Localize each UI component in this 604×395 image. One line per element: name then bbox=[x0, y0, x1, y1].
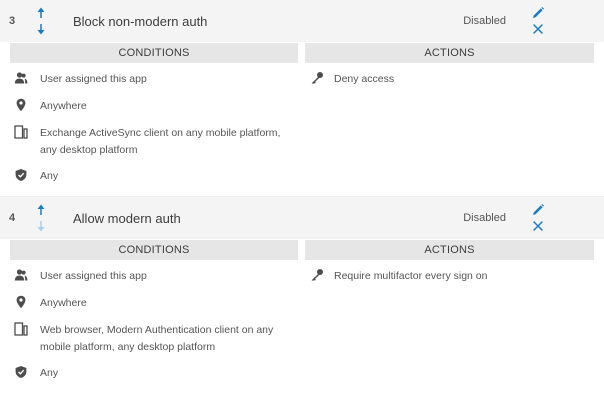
priority-arrows-icon[interactable] bbox=[33, 203, 49, 235]
condition-text: Any bbox=[40, 367, 59, 379]
delete-x-icon[interactable] bbox=[532, 220, 544, 232]
rule-status: Disabled bbox=[463, 212, 506, 224]
condition-text: User assigned this app bbox=[40, 73, 147, 85]
devices-icon bbox=[14, 322, 28, 336]
rule-3: 3 Block non-modern auth Disabled CONDITI… bbox=[0, 0, 604, 197]
rule-status: Disabled bbox=[463, 15, 506, 27]
move-down-icon bbox=[37, 24, 45, 35]
actions-header: ACTIONS bbox=[305, 43, 594, 63]
priority-arrows-icon[interactable] bbox=[33, 6, 49, 38]
shield-icon bbox=[15, 366, 27, 378]
rule-name: Block non-modern auth bbox=[73, 14, 208, 29]
rule-header: 3 Block non-modern auth Disabled bbox=[0, 0, 604, 42]
condition-text: Any bbox=[40, 170, 59, 182]
location-pin-icon bbox=[16, 295, 26, 309]
condition-text: Anywhere bbox=[40, 100, 87, 112]
edit-pencil-icon[interactable] bbox=[531, 6, 545, 20]
move-up-icon bbox=[37, 7, 45, 18]
rule-header: 4 Allow modern auth Disabled bbox=[0, 197, 604, 239]
key-icon bbox=[311, 269, 323, 281]
move-up-icon bbox=[37, 204, 45, 215]
devices-icon bbox=[14, 125, 28, 139]
rule-number: 4 bbox=[9, 212, 16, 224]
move-down-disabled-icon bbox=[37, 221, 45, 232]
rule-name: Allow modern auth bbox=[73, 211, 181, 226]
condition-text: User assigned this app bbox=[40, 270, 147, 282]
rule-4: 4 Allow modern auth Disabled CONDITIONS … bbox=[0, 197, 604, 395]
delete-x-icon[interactable] bbox=[532, 23, 544, 35]
condition-text: Exchange ActiveSync client on any mobile… bbox=[40, 127, 281, 156]
conditions-header: CONDITIONS bbox=[10, 43, 298, 63]
condition-text: Web browser, Modern Authentication clien… bbox=[40, 324, 274, 353]
key-icon bbox=[311, 72, 323, 84]
action-text: Require multifactor every sign on bbox=[334, 270, 488, 282]
actions-header: ACTIONS bbox=[305, 240, 594, 260]
user-icon bbox=[14, 72, 28, 84]
location-pin-icon bbox=[16, 98, 26, 112]
action-text: Deny access bbox=[334, 73, 395, 85]
shield-icon bbox=[15, 169, 27, 181]
condition-text: Anywhere bbox=[40, 297, 87, 309]
conditions-header: CONDITIONS bbox=[10, 240, 298, 260]
edit-pencil-icon[interactable] bbox=[531, 203, 545, 217]
user-icon bbox=[14, 269, 28, 281]
rule-number: 3 bbox=[9, 15, 16, 27]
